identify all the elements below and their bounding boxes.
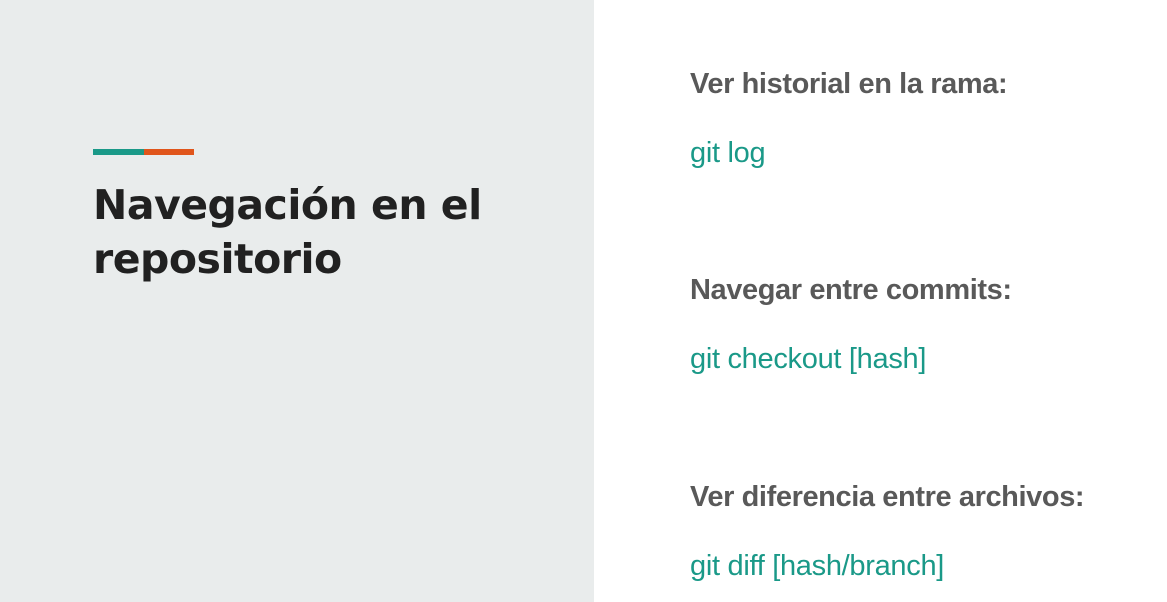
command-block-log: Ver historial en la rama: git log — [690, 66, 1160, 171]
accent-bar-teal — [93, 149, 144, 155]
command-text: git log — [690, 137, 766, 169]
slide: Navegación en el repositorio Ver histori… — [0, 0, 1167, 602]
content-panel: Ver historial en la rama: git log Navega… — [594, 0, 1167, 602]
command-heading: Navegar entre commits: — [690, 274, 1012, 306]
accent-bar — [93, 149, 194, 155]
command-heading: Ver historial en la rama: — [690, 68, 1008, 100]
command-text: git diff [hash/branch] — [690, 550, 945, 582]
accent-bar-orange — [143, 149, 194, 155]
command-heading: Ver diferencia entre archivos: — [690, 481, 1085, 513]
command-block-checkout: Navegar entre commits: git checkout [has… — [690, 272, 1160, 377]
title-panel: Navegación en el repositorio — [0, 0, 594, 602]
command-block-diff: Ver diferencia entre archivos: git diff … — [690, 479, 1160, 584]
slide-title: Navegación en el repositorio — [93, 181, 482, 283]
command-text: git checkout [hash] — [690, 343, 927, 375]
